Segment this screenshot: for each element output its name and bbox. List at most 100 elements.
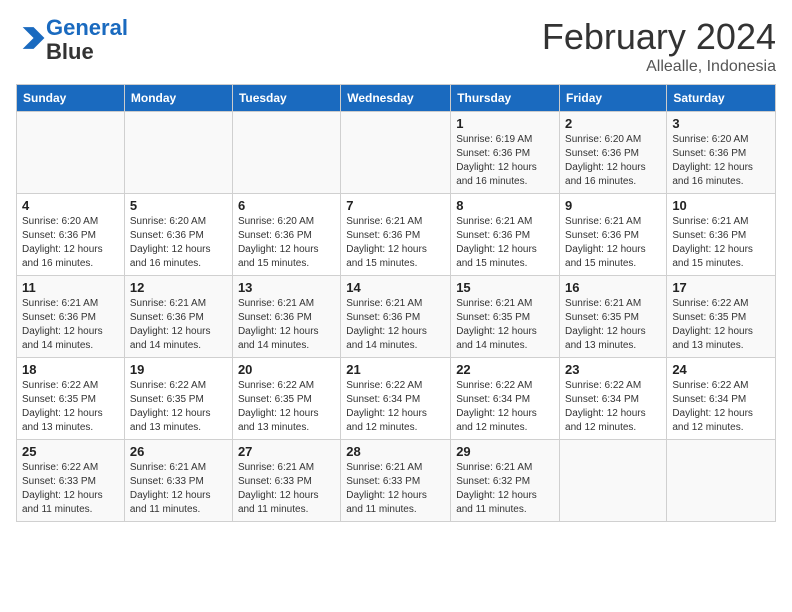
day-number: 19 xyxy=(130,362,227,377)
day-info: Sunrise: 6:20 AM Sunset: 6:36 PM Dayligh… xyxy=(565,133,661,189)
day-number: 1 xyxy=(456,116,554,131)
day-info: Sunrise: 6:19 AM Sunset: 6:36 PM Dayligh… xyxy=(456,133,554,189)
day-info: Sunrise: 6:21 AM Sunset: 6:36 PM Dayligh… xyxy=(22,297,119,353)
logo: GeneralBlue xyxy=(16,16,128,64)
day-info: Sunrise: 6:21 AM Sunset: 6:35 PM Dayligh… xyxy=(565,297,661,353)
day-number: 14 xyxy=(346,280,445,295)
calendar-day-cell: 3 Sunrise: 6:20 AM Sunset: 6:36 PM Daylig… xyxy=(667,112,776,194)
day-number: 3 xyxy=(672,116,770,131)
day-info: Sunrise: 6:20 AM Sunset: 6:36 PM Dayligh… xyxy=(22,215,119,271)
calendar-table: SundayMondayTuesdayWednesdayThursdayFrid… xyxy=(16,84,776,522)
calendar-day-cell: 23 Sunrise: 6:22 AM Sunset: 6:34 PM Dayli… xyxy=(560,358,667,440)
day-info: Sunrise: 6:22 AM Sunset: 6:34 PM Dayligh… xyxy=(456,379,554,435)
day-number: 25 xyxy=(22,444,119,459)
calendar-day-cell: 21Sunrise: 6:22 AM Sunset: 6:34 PM Dayli… xyxy=(341,358,451,440)
day-number: 17 xyxy=(672,280,770,295)
calendar-day-cell xyxy=(124,112,232,194)
calendar-day-cell: 15 Sunrise: 6:21 AM Sunset: 6:35 PM Dayli… xyxy=(451,276,560,358)
calendar-day-cell xyxy=(560,440,667,522)
day-info: Sunrise: 6:21 AM Sunset: 6:36 PM Dayligh… xyxy=(346,297,445,353)
calendar-header-cell: Saturday xyxy=(667,85,776,112)
day-number: 29 xyxy=(456,444,554,459)
location-title: Allealle, Indonesia xyxy=(542,58,776,76)
calendar-week-row: 4 Sunrise: 6:20 AM Sunset: 6:36 PM Daylig… xyxy=(17,194,776,276)
calendar-day-cell: 26 Sunrise: 6:21 AM Sunset: 6:33 PM Dayli… xyxy=(124,440,232,522)
day-number: 10 xyxy=(672,198,770,213)
day-info: Sunrise: 6:22 AM Sunset: 6:35 PM Dayligh… xyxy=(672,297,770,353)
day-number: 18 xyxy=(22,362,119,377)
calendar-day-cell: 16 Sunrise: 6:21 AM Sunset: 6:35 PM Dayli… xyxy=(560,276,667,358)
day-info: Sunrise: 6:22 AM Sunset: 6:34 PM Dayligh… xyxy=(346,379,445,435)
day-number: 4 xyxy=(22,198,119,213)
calendar-day-cell: 28 Sunrise: 6:21 AM Sunset: 6:33 PM Dayli… xyxy=(341,440,451,522)
header: GeneralBlue February 2024 Allealle, Indo… xyxy=(16,16,776,76)
calendar-day-cell: 25 Sunrise: 6:22 AM Sunset: 6:33 PM Dayli… xyxy=(17,440,125,522)
calendar-header-cell: Monday xyxy=(124,85,232,112)
calendar-day-cell xyxy=(667,440,776,522)
day-number: 16 xyxy=(565,280,661,295)
calendar-week-row: 18 Sunrise: 6:22 AM Sunset: 6:35 PM Dayli… xyxy=(17,358,776,440)
calendar-day-cell: 22 Sunrise: 6:22 AM Sunset: 6:34 PM Dayli… xyxy=(451,358,560,440)
day-number: 5 xyxy=(130,198,227,213)
calendar-day-cell: 17 Sunrise: 6:22 AM Sunset: 6:35 PM Dayli… xyxy=(667,276,776,358)
calendar-day-cell: 4 Sunrise: 6:20 AM Sunset: 6:36 PM Daylig… xyxy=(17,194,125,276)
day-info: Sunrise: 6:20 AM Sunset: 6:36 PM Dayligh… xyxy=(238,215,335,271)
calendar-day-cell: 20Sunrise: 6:22 AM Sunset: 6:35 PM Dayli… xyxy=(232,358,340,440)
day-number: 11 xyxy=(22,280,119,295)
title-block: February 2024 Allealle, Indonesia xyxy=(542,16,776,76)
day-info: Sunrise: 6:21 AM Sunset: 6:36 PM Dayligh… xyxy=(238,297,335,353)
calendar-day-cell: 19 Sunrise: 6:22 AM Sunset: 6:35 PM Dayli… xyxy=(124,358,232,440)
month-title: February 2024 xyxy=(542,16,776,58)
day-info: Sunrise: 6:21 AM Sunset: 6:33 PM Dayligh… xyxy=(238,461,335,517)
calendar-week-row: 25 Sunrise: 6:22 AM Sunset: 6:33 PM Dayli… xyxy=(17,440,776,522)
logo-text: GeneralBlue xyxy=(46,16,128,64)
day-info: Sunrise: 6:21 AM Sunset: 6:33 PM Dayligh… xyxy=(130,461,227,517)
day-number: 27 xyxy=(238,444,335,459)
calendar-day-cell xyxy=(17,112,125,194)
calendar-day-cell xyxy=(341,112,451,194)
day-info: Sunrise: 6:21 AM Sunset: 6:35 PM Dayligh… xyxy=(456,297,554,353)
day-number: 20 xyxy=(238,362,335,377)
calendar-day-cell: 8 Sunrise: 6:21 AM Sunset: 6:36 PM Daylig… xyxy=(451,194,560,276)
day-number: 22 xyxy=(456,362,554,377)
calendar-day-cell: 29 Sunrise: 6:21 AM Sunset: 6:32 PM Dayli… xyxy=(451,440,560,522)
calendar-day-cell: 11 Sunrise: 6:21 AM Sunset: 6:36 PM Dayli… xyxy=(17,276,125,358)
calendar-day-cell: 7Sunrise: 6:21 AM Sunset: 6:36 PM Daylig… xyxy=(341,194,451,276)
day-info: Sunrise: 6:22 AM Sunset: 6:35 PM Dayligh… xyxy=(22,379,119,435)
day-info: Sunrise: 6:22 AM Sunset: 6:34 PM Dayligh… xyxy=(672,379,770,435)
calendar-day-cell: 6Sunrise: 6:20 AM Sunset: 6:36 PM Daylig… xyxy=(232,194,340,276)
day-info: Sunrise: 6:21 AM Sunset: 6:32 PM Dayligh… xyxy=(456,461,554,517)
calendar-day-cell: 12Sunrise: 6:21 AM Sunset: 6:36 PM Dayli… xyxy=(124,276,232,358)
calendar-body: 1 Sunrise: 6:19 AM Sunset: 6:36 PM Daylig… xyxy=(17,112,776,522)
day-number: 2 xyxy=(565,116,661,131)
calendar-day-cell: 14 Sunrise: 6:21 AM Sunset: 6:36 PM Dayli… xyxy=(341,276,451,358)
calendar-week-row: 11 Sunrise: 6:21 AM Sunset: 6:36 PM Dayli… xyxy=(17,276,776,358)
calendar-header-cell: Sunday xyxy=(17,85,125,112)
day-info: Sunrise: 6:22 AM Sunset: 6:35 PM Dayligh… xyxy=(130,379,227,435)
day-number: 12 xyxy=(130,280,227,295)
calendar-week-row: 1 Sunrise: 6:19 AM Sunset: 6:36 PM Daylig… xyxy=(17,112,776,194)
day-number: 15 xyxy=(456,280,554,295)
calendar-day-cell xyxy=(232,112,340,194)
calendar-header-cell: Wednesday xyxy=(341,85,451,112)
day-number: 9 xyxy=(565,198,661,213)
day-info: Sunrise: 6:21 AM Sunset: 6:33 PM Dayligh… xyxy=(346,461,445,517)
day-info: Sunrise: 6:22 AM Sunset: 6:33 PM Dayligh… xyxy=(22,461,119,517)
calendar-header-cell: Friday xyxy=(560,85,667,112)
calendar-day-cell: 9Sunrise: 6:21 AM Sunset: 6:36 PM Daylig… xyxy=(560,194,667,276)
day-info: Sunrise: 6:21 AM Sunset: 6:36 PM Dayligh… xyxy=(672,215,770,271)
day-info: Sunrise: 6:22 AM Sunset: 6:34 PM Dayligh… xyxy=(565,379,661,435)
day-info: Sunrise: 6:20 AM Sunset: 6:36 PM Dayligh… xyxy=(130,215,227,271)
day-number: 28 xyxy=(346,444,445,459)
day-number: 24 xyxy=(672,362,770,377)
calendar-day-cell: 5 Sunrise: 6:20 AM Sunset: 6:36 PM Daylig… xyxy=(124,194,232,276)
day-number: 23 xyxy=(565,362,661,377)
day-info: Sunrise: 6:20 AM Sunset: 6:36 PM Dayligh… xyxy=(672,133,770,189)
calendar-day-cell: 13Sunrise: 6:21 AM Sunset: 6:36 PM Dayli… xyxy=(232,276,340,358)
day-info: Sunrise: 6:21 AM Sunset: 6:36 PM Dayligh… xyxy=(456,215,554,271)
calendar-day-cell: 27 Sunrise: 6:21 AM Sunset: 6:33 PM Dayli… xyxy=(232,440,340,522)
calendar-header-cell: Tuesday xyxy=(232,85,340,112)
logo-icon xyxy=(18,24,46,52)
day-number: 8 xyxy=(456,198,554,213)
day-number: 26 xyxy=(130,444,227,459)
